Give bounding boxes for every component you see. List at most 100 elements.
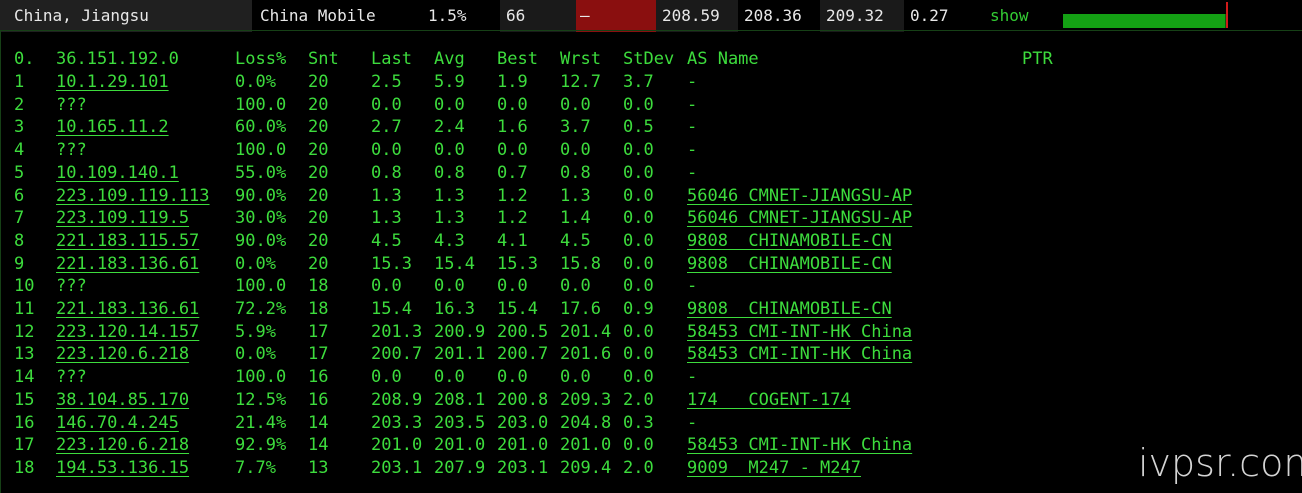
snt-cell: 20 <box>308 94 329 115</box>
best-cell: 203.0 <box>497 412 549 433</box>
host-cell[interactable]: 146.70.4.245 <box>56 412 179 434</box>
isp-label: China Mobile <box>252 0 422 32</box>
table-row: 7 223.109.119.5 30.0% 20 1.3 1.3 1.2 1.4 0.0 5604… <box>1 207 1302 229</box>
loss-cell: 0.0% <box>235 72 276 92</box>
snt-cell: 20 <box>308 253 329 274</box>
col-last: Last <box>371 49 412 69</box>
host-cell[interactable]: 221.183.136.61 <box>56 298 199 320</box>
as-name-cell[interactable]: 58453 CMI-INT-HK China <box>687 321 912 343</box>
watermark-logo: ivpsr.com <box>1138 441 1302 485</box>
host-cell[interactable]: 10.1.29.101 <box>56 71 169 93</box>
as-name-cell[interactable]: 9808 CHINAMOBILE-CN <box>687 253 892 275</box>
host-cell[interactable]: 223.120.6.218 <box>56 434 189 456</box>
snt-cell: 16 <box>308 389 329 410</box>
loss-cell: 21.4% <box>235 412 287 433</box>
host-cell[interactable]: 221.183.115.57 <box>56 230 199 252</box>
as-name-cell[interactable]: 9808 CHINAMOBILE-CN <box>687 230 892 252</box>
host-cell[interactable]: 194.53.136.15 <box>56 457 189 479</box>
best-cell: 15.4 <box>497 299 538 319</box>
wrst-cell: 0.0 <box>560 94 591 115</box>
hop-cell: 4 <box>14 140 25 161</box>
table-row: 11 221.183.136.61 72.2% 18 15.4 16.3 15.4 17.6 0… <box>1 298 1302 320</box>
avg-cell: 1.3 <box>434 208 465 229</box>
host-cell[interactable]: 10.109.140.1 <box>56 162 179 184</box>
avg-cell: 1.3 <box>434 185 465 206</box>
host-cell[interactable]: 38.104.85.170 <box>56 389 189 411</box>
stdev-cell: 0.0 <box>623 344 654 365</box>
snt-cell: 14 <box>308 435 329 456</box>
loss-cell: 12.5% <box>235 389 287 410</box>
loss-cell: 90.0% <box>235 185 287 206</box>
loss-cell: 0.0% <box>235 344 276 365</box>
host-cell[interactable]: 10.165.11.2 <box>56 116 169 138</box>
host-cell[interactable]: 223.109.119.5 <box>56 207 189 229</box>
loss-cell: 72.2% <box>235 299 287 319</box>
best-cell: 1.6 <box>497 117 528 138</box>
as-name-cell[interactable]: 9808 CHINAMOBILE-CN <box>687 298 892 320</box>
best-cell: 200.7 <box>497 344 549 365</box>
host-cell: ??? <box>56 94 87 115</box>
hop-cell: 5 <box>14 162 25 183</box>
best-cell: 15.3 <box>497 253 538 274</box>
snt-cell: 17 <box>308 321 329 342</box>
as-name-cell[interactable]: 56046 CMNET-JIANGSU-AP <box>687 185 912 207</box>
as-name-cell: - <box>687 140 698 161</box>
last-cell: 0.0 <box>371 276 402 297</box>
last-cell: 4.5 <box>371 230 402 251</box>
col-wrst: Wrst <box>560 49 601 69</box>
avg-cell: 2.4 <box>434 117 465 138</box>
table-row: 2??? 100.0 20 0.0 0.0 0.0 0.0 0.0 - <box>1 94 1302 116</box>
host-cell[interactable]: 223.120.6.218 <box>56 343 189 365</box>
avg-cell: 0.0 <box>434 367 465 388</box>
hop-cell: 17 <box>14 435 35 456</box>
best-cell: 1.2 <box>497 185 528 206</box>
host-cell[interactable]: 221.183.136.61 <box>56 253 199 275</box>
show-link[interactable]: show <box>980 0 1060 32</box>
avg-cell: 15.4 <box>434 253 475 274</box>
as-name-cell[interactable]: 56046 CMNET-JIANGSU-AP <box>687 207 912 229</box>
last-cell: 203.1 <box>371 457 423 478</box>
stdev-cell: 0.0 <box>623 140 654 161</box>
avg-cell: 203.5 <box>434 412 486 433</box>
loss-cell: 55.0% <box>235 162 287 183</box>
stdev-cell: 0.0 <box>623 208 654 229</box>
stdev-cell: 0.5 <box>623 117 654 138</box>
last-cell: 0.8 <box>371 162 402 183</box>
host-cell[interactable]: 223.109.119.113 <box>56 185 210 207</box>
snt-cell: 20 <box>308 72 329 92</box>
as-name-cell: - <box>687 367 698 388</box>
table-row: 16 146.70.4.245 21.4% 14 203.3 203.5 203.0 204.… <box>1 412 1302 434</box>
avg-cell: 0.0 <box>434 276 465 297</box>
host-cell[interactable]: 223.120.14.157 <box>56 321 199 343</box>
stdev-cell: 0.0 <box>623 367 654 388</box>
last-cell: 1.3 <box>371 185 402 206</box>
summary-avg: 208.36 <box>738 0 820 32</box>
table-row: 3 10.165.11.2 60.0% 20 2.7 2.4 1.6 3.7 0.5 - <box>1 116 1302 138</box>
col-snt: Snt <box>308 49 339 69</box>
loss-cell: 7.7% <box>235 457 276 478</box>
last-cell: 0.0 <box>371 94 402 115</box>
wrst-cell: 201.4 <box>560 321 612 342</box>
as-name-cell[interactable]: 9009 M247 - M247 <box>687 457 861 479</box>
snt-cell: 16 <box>308 367 329 388</box>
as-name-cell[interactable]: 58453 CMI-INT-HK China <box>687 434 912 456</box>
as-name-cell[interactable]: 174 COGENT-174 <box>687 389 851 411</box>
snt-cell: 20 <box>308 162 329 183</box>
best-cell: 0.0 <box>497 276 528 297</box>
loss-cell: 30.0% <box>235 208 287 229</box>
wrst-cell: 17.6 <box>560 299 601 319</box>
table-row: 10??? 100.0 18 0.0 0.0 0.0 0.0 0.0 - <box>1 275 1302 297</box>
as-name-cell[interactable]: 58453 CMI-INT-HK China <box>687 343 912 365</box>
best-cell: 203.1 <box>497 457 549 478</box>
stdev-cell: 3.7 <box>623 72 654 92</box>
last-cell: 0.0 <box>371 140 402 161</box>
wrst-cell: 1.4 <box>560 208 591 229</box>
loss-cell: 100.0 <box>235 367 287 388</box>
best-cell: 1.2 <box>497 208 528 229</box>
hop-cell: 7 <box>14 208 25 229</box>
last-cell: 2.5 <box>371 72 402 92</box>
last-cell: 201.3 <box>371 321 423 342</box>
wrst-cell: 0.0 <box>560 140 591 161</box>
table-row: 18 194.53.136.15 7.7% 13 203.1 207.9 203.1 209.… <box>1 457 1302 479</box>
snt-cell: 20 <box>308 208 329 229</box>
